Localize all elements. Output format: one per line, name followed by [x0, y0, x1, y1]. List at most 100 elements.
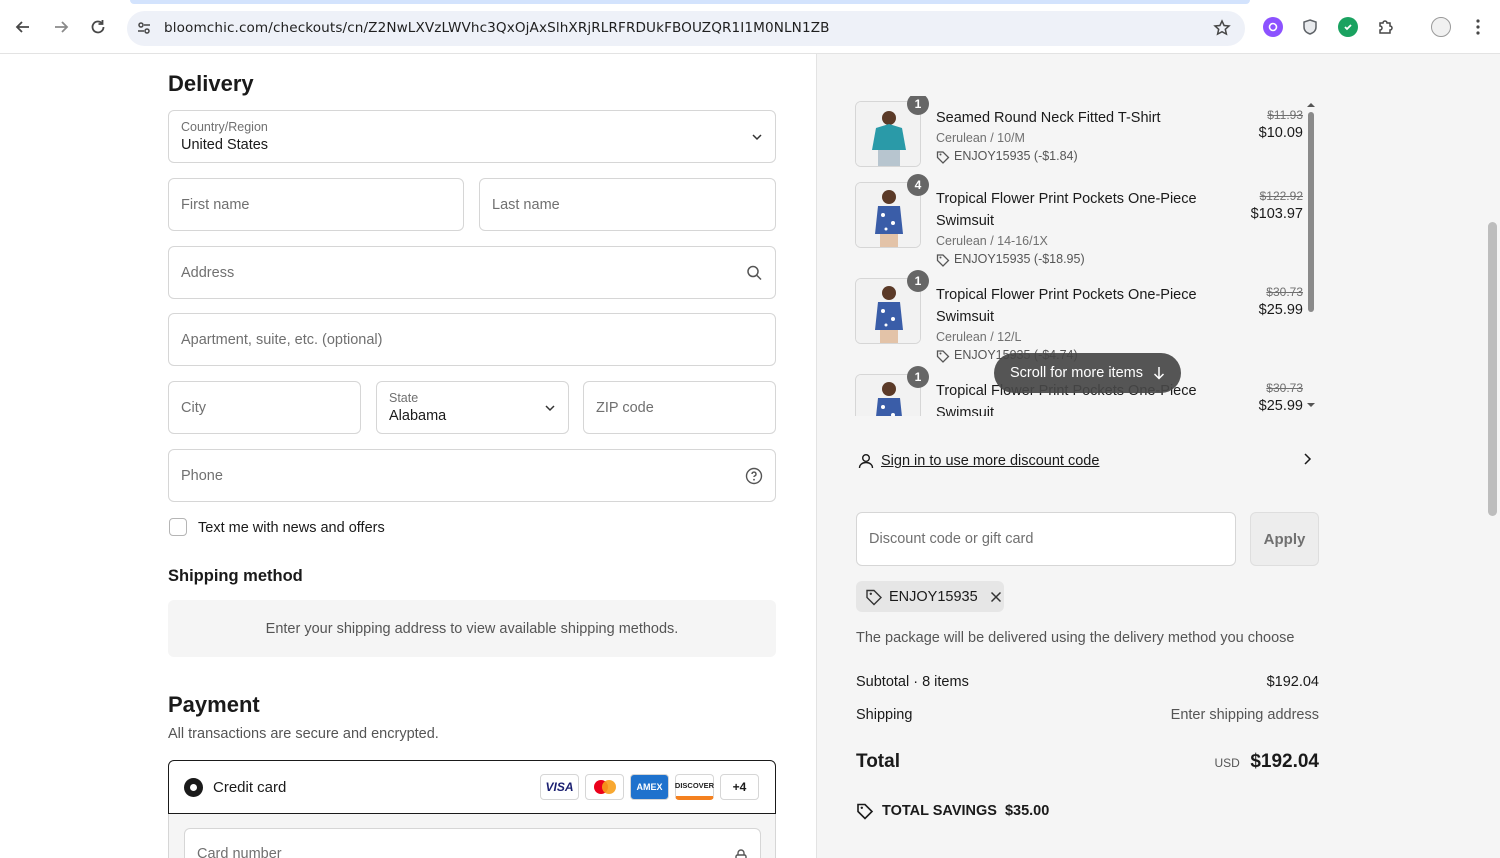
item-price: $11.93 $10.09	[1259, 107, 1303, 143]
profile-avatar-icon[interactable]	[1431, 17, 1451, 37]
item-new-price: $25.99	[1258, 398, 1303, 414]
state-label: State	[389, 391, 419, 405]
active-tab-indicator	[130, 0, 1250, 4]
country-select[interactable]: Country/Region United States	[168, 110, 776, 163]
sign-in-discount-link[interactable]: Sign in to use more discount code	[857, 452, 1099, 470]
last-name-placeholder: Last name	[492, 196, 560, 213]
total-row: Total USD $192.04	[856, 751, 1319, 773]
applied-discount-chip: ENJOY15935	[856, 581, 1004, 612]
first-name-placeholder: First name	[181, 196, 250, 213]
card-number-field[interactable]: Card number	[184, 828, 761, 858]
item-details: Tropical Flower Print Pockets One-Piece …	[936, 188, 1206, 269]
arrow-down-icon	[1153, 367, 1164, 380]
quantity-badge: 1	[907, 270, 929, 292]
tag-icon	[936, 150, 950, 164]
item-old-price: $11.93	[1267, 108, 1303, 122]
item-discount: ENJOY15935 (-$18.95)	[936, 250, 1206, 269]
site-settings-icon[interactable]	[135, 19, 153, 42]
quantity-badge: 4	[907, 174, 929, 196]
scroll-more-toast[interactable]: Scroll for more items	[994, 353, 1181, 393]
forward-arrow-icon[interactable]	[48, 14, 74, 40]
delivery-note: The package will be delivered using the …	[856, 630, 1295, 646]
mastercard-icon	[585, 774, 624, 800]
total-label: Total	[856, 751, 900, 772]
chevron-down-icon	[544, 402, 556, 414]
subtotal-label: Subtotal · 8 items	[856, 674, 969, 690]
first-name-field[interactable]: First name	[168, 178, 464, 231]
item-new-price: $25.99	[1258, 302, 1303, 318]
total-savings: TOTAL SAVINGS $35.00	[856, 802, 1049, 820]
item-old-price: $30.73	[1266, 285, 1303, 299]
item-price: $122.92 $103.97	[1251, 188, 1303, 224]
card-details-panel: Card number	[168, 814, 776, 858]
item-new-price: $103.97	[1250, 206, 1303, 222]
back-arrow-icon[interactable]	[10, 14, 36, 40]
item-old-price: $30.73	[1266, 381, 1303, 395]
visa-icon: VISA	[540, 774, 579, 800]
more-cards-badge: +4	[720, 774, 759, 800]
phone-field[interactable]: Phone	[168, 449, 776, 502]
help-circle-icon[interactable]	[745, 467, 763, 485]
remove-code-icon[interactable]	[990, 591, 1002, 603]
cart-scrollbar[interactable]	[1306, 102, 1316, 408]
item-old-price: $122.92	[1259, 189, 1303, 203]
bookmark-star-icon[interactable]	[1213, 19, 1231, 42]
address-field[interactable]: Address	[168, 246, 776, 299]
savings-label: TOTAL SAVINGS	[882, 803, 997, 819]
state-select[interactable]: State Alabama	[376, 381, 569, 434]
credit-card-radio[interactable]	[184, 778, 203, 797]
address-bar[interactable]: bloomchic.com/checkouts/cn/Z2NwLXVzLWVhc…	[127, 11, 1245, 46]
total-amount: USD $192.04	[1215, 751, 1319, 773]
subtotal-value: $192.04	[1266, 674, 1319, 690]
zip-placeholder: ZIP code	[596, 399, 654, 416]
page-scrollbar[interactable]	[1488, 222, 1497, 516]
browser-menu-icon[interactable]	[1468, 17, 1488, 37]
extension-green-icon[interactable]	[1338, 17, 1358, 37]
quantity-badge: 1	[907, 366, 929, 388]
newsletter-checkbox[interactable]	[169, 518, 187, 536]
shipping-label: Shipping	[856, 707, 913, 723]
payment-heading: Payment	[168, 692, 260, 717]
discount-placeholder: Discount code or gift card	[869, 531, 1034, 547]
country-label: Country/Region	[181, 120, 268, 134]
apartment-field[interactable]: Apartment, suite, etc. (optional)	[168, 313, 776, 366]
sign-in-text[interactable]: Sign in to use more discount code	[881, 453, 1099, 469]
item-variant: Cerulean / 12/L	[936, 330, 1022, 344]
shipping-value: Enter shipping address	[1170, 707, 1319, 723]
city-field[interactable]: City	[168, 381, 361, 434]
total-value: $192.04	[1250, 751, 1319, 772]
item-name: Tropical Flower Print Pockets One-Piece …	[936, 191, 1197, 229]
extensions-puzzle-icon[interactable]	[1375, 17, 1395, 37]
reload-icon[interactable]	[85, 14, 111, 40]
item-discount-text: ENJOY15935 (-$18.95)	[954, 252, 1085, 266]
item-details: Seamed Round Neck Fitted T-Shirt Cerulea…	[936, 107, 1206, 166]
applied-code-text: ENJOY15935	[889, 588, 978, 605]
item-discount-text: ENJOY15935 (-$1.84)	[954, 149, 1078, 163]
item-variant: Cerulean / 10/M	[936, 131, 1025, 145]
item-discount: ENJOY15935 (-$1.84)	[936, 147, 1206, 166]
total-currency: USD	[1214, 756, 1240, 770]
apply-button[interactable]: Apply	[1250, 512, 1319, 566]
newsletter-label: Text me with news and offers	[198, 520, 385, 536]
phone-placeholder: Phone	[181, 467, 223, 484]
zip-field[interactable]: ZIP code	[583, 381, 776, 434]
tag-icon	[936, 253, 950, 267]
subtotal-row: Subtotal · 8 items $192.04	[856, 674, 1319, 690]
extension-purple-icon[interactable]	[1263, 17, 1283, 37]
shipping-method-message: Enter your shipping address to view avai…	[168, 600, 776, 657]
extension-shield-icon[interactable]	[1300, 17, 1320, 37]
last-name-field[interactable]: Last name	[479, 178, 776, 231]
city-placeholder: City	[181, 399, 206, 416]
url-text[interactable]: bloomchic.com/checkouts/cn/Z2NwLXVzLWVhc…	[164, 20, 830, 36]
scroll-more-text: Scroll for more items	[1010, 365, 1143, 381]
discount-code-input[interactable]: Discount code or gift card	[856, 512, 1236, 566]
credit-card-option[interactable]: Credit card VISA AMEX DISCOVER +4	[168, 760, 776, 814]
shipping-row: Shipping Enter shipping address	[856, 707, 1319, 723]
amex-icon: AMEX	[630, 774, 669, 800]
chevron-down-icon	[751, 131, 763, 143]
item-new-price: $10.09	[1258, 125, 1303, 141]
discover-icon: DISCOVER	[675, 774, 714, 800]
item-price: $30.73 $25.99	[1259, 380, 1303, 416]
tag-icon	[936, 349, 950, 363]
chevron-right-icon[interactable]	[1301, 452, 1313, 471]
